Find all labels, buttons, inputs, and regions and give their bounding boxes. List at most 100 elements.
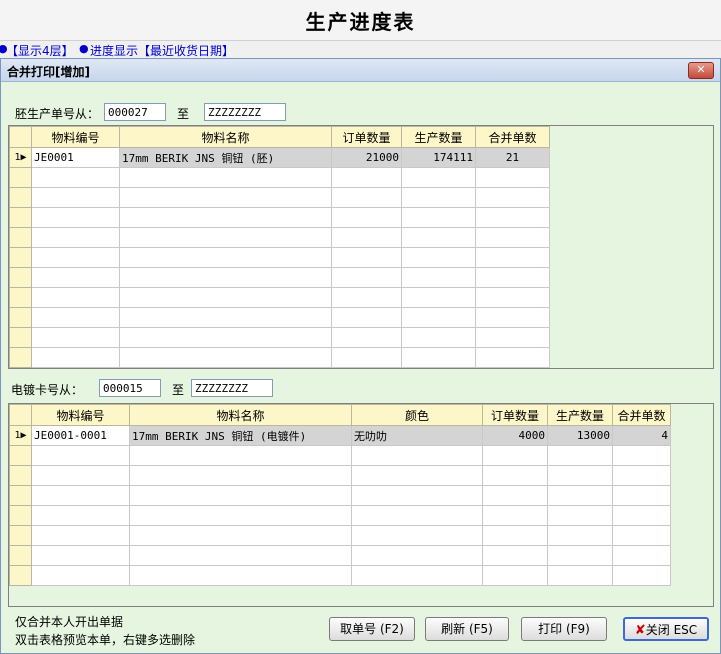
empty-cell[interactable] bbox=[475, 307, 550, 328]
empty-cell[interactable] bbox=[351, 485, 483, 506]
empty-cell[interactable] bbox=[547, 445, 613, 466]
empty-cell[interactable] bbox=[119, 347, 332, 368]
empty-cell[interactable] bbox=[119, 207, 332, 228]
empty-cell[interactable] bbox=[475, 267, 550, 288]
empty-cell[interactable] bbox=[482, 545, 548, 566]
row-indicator[interactable]: 1▶ bbox=[9, 147, 32, 168]
column-header[interactable]: 物料编号 bbox=[31, 126, 120, 148]
column-header[interactable]: 物料编号 bbox=[31, 404, 130, 426]
column-header[interactable]: 合并单数 bbox=[475, 126, 550, 148]
empty-cell[interactable] bbox=[612, 545, 671, 566]
empty-cell[interactable] bbox=[31, 307, 120, 328]
empty-cell[interactable] bbox=[475, 187, 550, 208]
close-button[interactable]: ✘关闭 ESC bbox=[623, 617, 709, 641]
empty-cell[interactable] bbox=[612, 485, 671, 506]
empty-cell[interactable] bbox=[119, 187, 332, 208]
row-indicator[interactable] bbox=[9, 505, 32, 526]
empty-cell[interactable] bbox=[401, 307, 476, 328]
empty-cell[interactable] bbox=[331, 247, 402, 268]
refresh-button[interactable]: 刷新 (F5) bbox=[425, 617, 509, 641]
empty-cell[interactable] bbox=[331, 287, 402, 308]
empty-cell[interactable] bbox=[129, 485, 352, 506]
empty-row[interactable] bbox=[9, 167, 550, 188]
empty-row[interactable] bbox=[9, 485, 671, 506]
row-indicator[interactable] bbox=[9, 465, 32, 486]
empty-cell[interactable] bbox=[475, 167, 550, 188]
empty-cell[interactable] bbox=[351, 505, 483, 526]
blank-order-table[interactable]: 物料编号 物料名称 订单数量 生产数量 合并单数 1▶ JE0001 17mm … bbox=[9, 126, 550, 368]
empty-cell[interactable] bbox=[31, 287, 120, 308]
empty-row[interactable] bbox=[9, 445, 671, 466]
column-header[interactable]: 生产数量 bbox=[401, 126, 476, 148]
empty-cell[interactable] bbox=[31, 167, 120, 188]
row-indicator[interactable] bbox=[9, 287, 32, 308]
empty-cell[interactable] bbox=[119, 327, 332, 348]
empty-cell[interactable] bbox=[129, 445, 352, 466]
empty-cell[interactable] bbox=[401, 287, 476, 308]
cell-merge-count[interactable]: 21 bbox=[475, 147, 550, 168]
cell-name[interactable]: 17mm BERIK JNS 铜钮 (电镀件) bbox=[129, 425, 352, 446]
row-indicator[interactable] bbox=[9, 347, 32, 368]
table-row[interactable]: 1▶ JE0001 17mm BERIK JNS 铜钮 (胚) 21000 17… bbox=[9, 147, 550, 168]
empty-cell[interactable] bbox=[31, 525, 130, 546]
empty-cell[interactable] bbox=[612, 445, 671, 466]
empty-cell[interactable] bbox=[401, 207, 476, 228]
empty-row[interactable] bbox=[9, 207, 550, 228]
empty-cell[interactable] bbox=[401, 267, 476, 288]
empty-cell[interactable] bbox=[482, 565, 548, 586]
empty-cell[interactable] bbox=[31, 445, 130, 466]
empty-cell[interactable] bbox=[119, 267, 332, 288]
empty-cell[interactable] bbox=[612, 525, 671, 546]
empty-cell[interactable] bbox=[401, 327, 476, 348]
cell-merge-count[interactable]: 4 bbox=[612, 425, 671, 446]
empty-cell[interactable] bbox=[351, 445, 483, 466]
empty-cell[interactable] bbox=[331, 307, 402, 328]
row-indicator[interactable] bbox=[9, 227, 32, 248]
blank-order-from-input[interactable]: 000027 bbox=[104, 103, 166, 121]
empty-cell[interactable] bbox=[31, 227, 120, 248]
empty-cell[interactable] bbox=[401, 167, 476, 188]
empty-cell[interactable] bbox=[475, 247, 550, 268]
empty-cell[interactable] bbox=[475, 287, 550, 308]
empty-cell[interactable] bbox=[31, 485, 130, 506]
empty-cell[interactable] bbox=[482, 525, 548, 546]
empty-row[interactable] bbox=[9, 525, 671, 546]
empty-cell[interactable] bbox=[31, 247, 120, 268]
column-header[interactable]: 生产数量 bbox=[547, 404, 613, 426]
empty-cell[interactable] bbox=[547, 565, 613, 586]
row-indicator[interactable]: 1▶ bbox=[9, 425, 32, 446]
row-indicator[interactable] bbox=[9, 445, 32, 466]
row-indicator[interactable] bbox=[9, 525, 32, 546]
table-row[interactable]: 1▶ JE0001-0001 17mm BERIK JNS 铜钮 (电镀件) 无… bbox=[9, 425, 671, 446]
empty-cell[interactable] bbox=[612, 505, 671, 526]
row-indicator[interactable] bbox=[9, 545, 32, 566]
empty-cell[interactable] bbox=[547, 505, 613, 526]
empty-cell[interactable] bbox=[351, 565, 483, 586]
empty-cell[interactable] bbox=[482, 485, 548, 506]
empty-cell[interactable] bbox=[119, 167, 332, 188]
empty-cell[interactable] bbox=[129, 565, 352, 586]
row-indicator[interactable] bbox=[9, 327, 32, 348]
empty-cell[interactable] bbox=[401, 347, 476, 368]
empty-cell[interactable] bbox=[547, 465, 613, 486]
row-indicator[interactable] bbox=[9, 247, 32, 268]
row-indicator[interactable] bbox=[9, 307, 32, 328]
empty-cell[interactable] bbox=[331, 347, 402, 368]
empty-cell[interactable] bbox=[331, 207, 402, 228]
nav-link-progress[interactable]: 进度显示【最近收货日期】 bbox=[90, 42, 234, 59]
empty-cell[interactable] bbox=[31, 327, 120, 348]
empty-cell[interactable] bbox=[475, 227, 550, 248]
row-indicator[interactable] bbox=[9, 187, 32, 208]
empty-cell[interactable] bbox=[129, 505, 352, 526]
empty-cell[interactable] bbox=[482, 465, 548, 486]
empty-cell[interactable] bbox=[31, 267, 120, 288]
row-indicator[interactable] bbox=[9, 485, 32, 506]
empty-cell[interactable] bbox=[31, 187, 120, 208]
row-indicator[interactable] bbox=[9, 565, 32, 586]
empty-cell[interactable] bbox=[331, 167, 402, 188]
empty-row[interactable] bbox=[9, 465, 671, 486]
empty-row[interactable] bbox=[9, 287, 550, 308]
plate-card-to-input[interactable]: ZZZZZZZZ bbox=[191, 379, 273, 397]
column-header[interactable]: 合并单数 bbox=[612, 404, 671, 426]
empty-cell[interactable] bbox=[612, 465, 671, 486]
